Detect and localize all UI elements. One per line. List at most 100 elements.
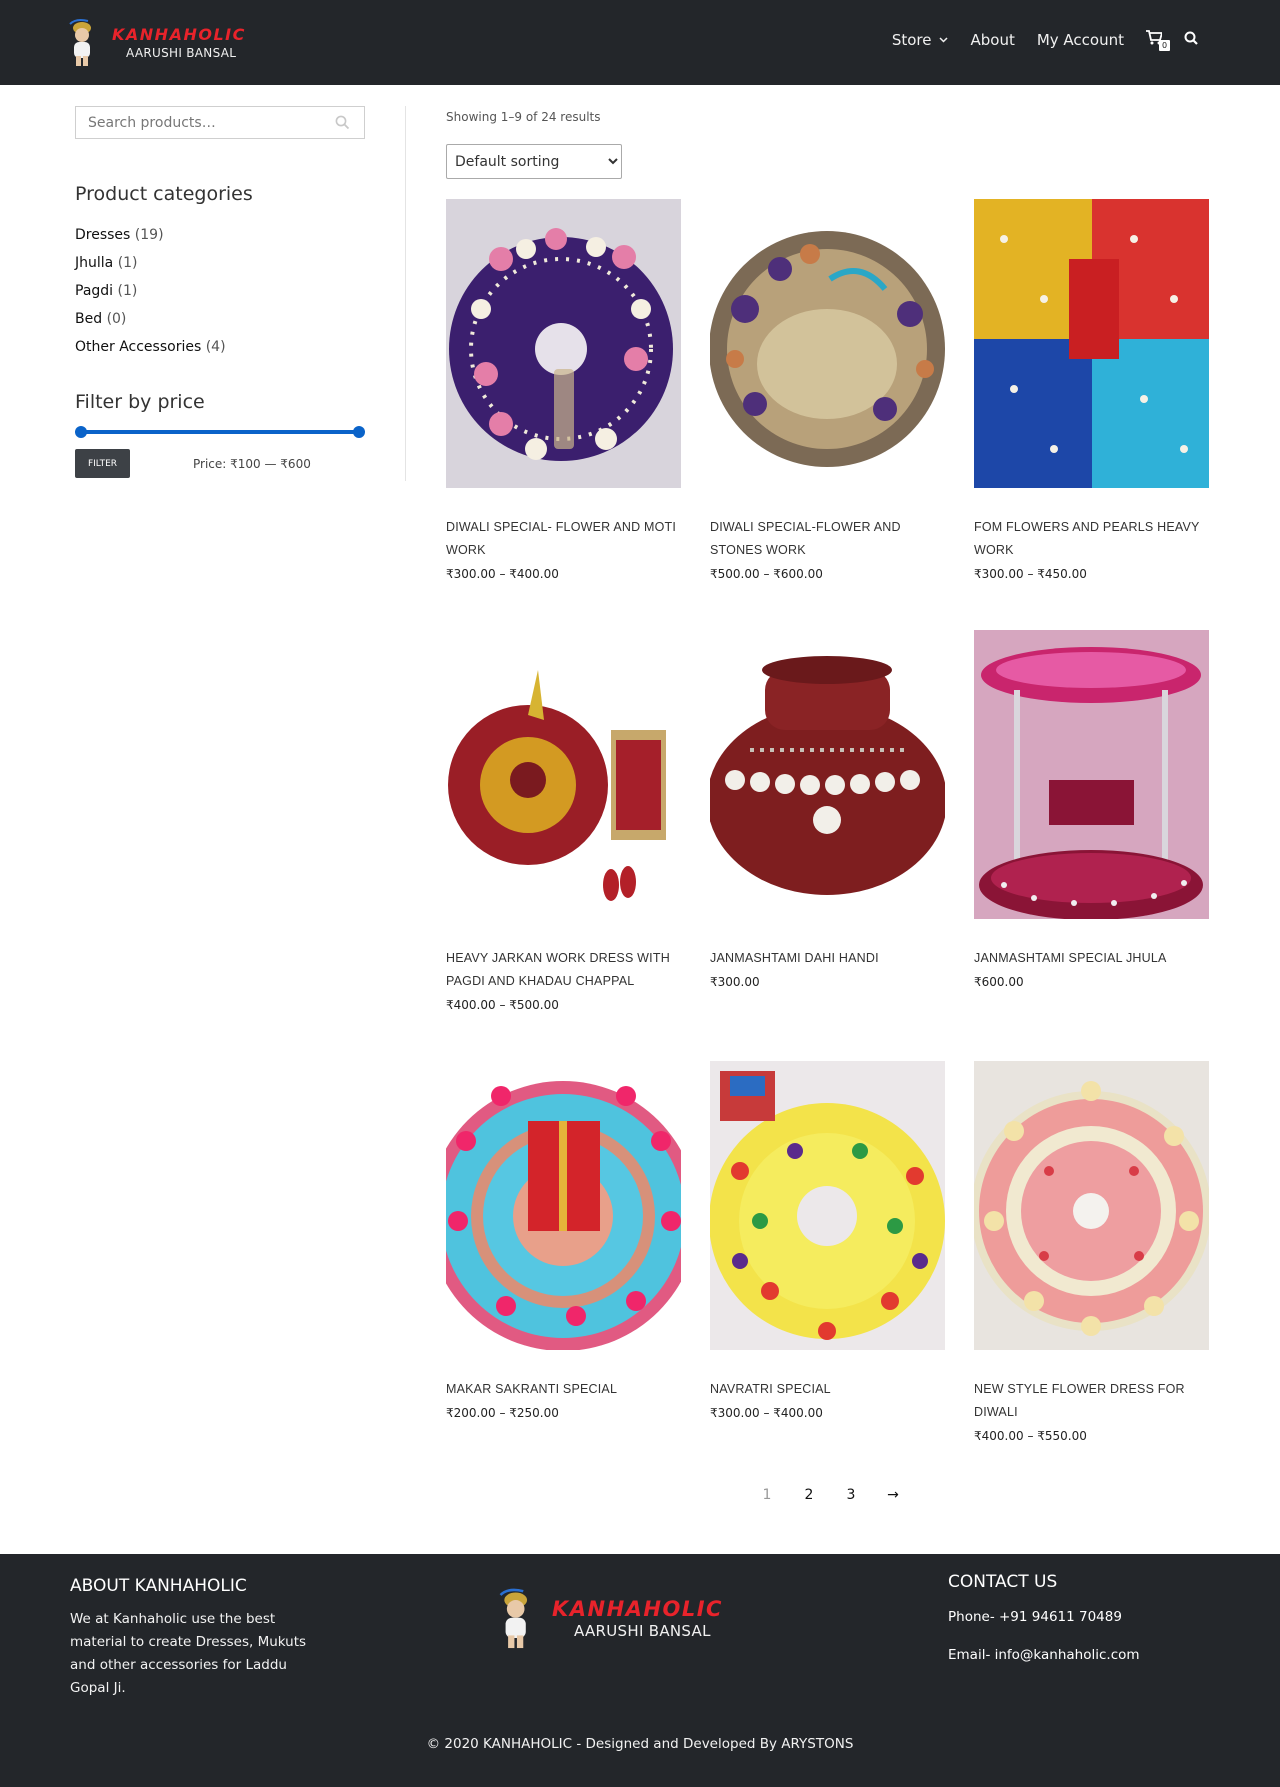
product-price: ₹500.00 – ₹600.00 [710, 567, 823, 581]
product-image[interactable] [710, 199, 945, 488]
product-name[interactable]: NEW STYLE FLOWER DRESS FOR DIWALI [974, 1378, 1209, 1424]
search-icon[interactable] [1184, 31, 1202, 49]
category-item[interactable]: Pagdi (1) [75, 277, 365, 305]
filter-button[interactable]: FILTER [75, 449, 130, 478]
chevron-down-icon [939, 35, 949, 46]
price-range-label: Price: ₹100 — ₹600 [193, 456, 311, 471]
product-price: ₹400.00 – ₹550.00 [974, 1429, 1087, 1443]
product-card[interactable]: DIWALI SPECIAL-FLOWER AND STONES WORK ₹5… [710, 199, 945, 630]
category-count: (4) [205, 339, 226, 355]
category-item[interactable]: Dresses (19) [75, 221, 365, 249]
category-item[interactable]: Other Accessories (4) [75, 333, 365, 361]
price-filter-title: Filter by price [75, 391, 205, 413]
product-name[interactable]: DIWALI SPECIAL-FLOWER AND STONES WORK [710, 516, 945, 562]
product-image[interactable] [446, 199, 681, 488]
site-header: KANHAHOLIC AARUSHI BANSAL Store About My… [0, 0, 1280, 85]
product-card[interactable]: NAVRATRI SPECIAL ₹300.00 – ₹400.00 [710, 1061, 945, 1492]
product-price: ₹400.00 – ₹500.00 [446, 998, 559, 1012]
product-name[interactable]: JANMASHTAMI SPECIAL JHULA [974, 947, 1209, 970]
product-price: ₹200.00 – ₹250.00 [446, 1406, 559, 1420]
search-icon[interactable] [335, 115, 350, 135]
krishna-figure-icon [68, 18, 106, 68]
shop-sidebar: Product categories Dresses (19) Jhulla (… [75, 106, 365, 478]
footer-logo-brand: KANHAHOLIC [552, 1597, 723, 1621]
main-nav: Store About My Account 0 [892, 30, 1202, 51]
category-count: (1) [117, 283, 138, 299]
product-image[interactable] [974, 199, 1209, 488]
category-name[interactable]: Dresses [75, 227, 130, 243]
footer-logo[interactable]: KANHAHOLIC AARUSHI BANSAL [498, 1584, 728, 1654]
footer-contact: CONTACT US Phone- +91 94611 70489 Email-… [948, 1572, 1140, 1663]
page-3-link[interactable]: 3 [830, 1487, 872, 1503]
sidebar-divider [405, 106, 406, 481]
product-image[interactable] [710, 1061, 945, 1350]
result-count: Showing 1–9 of 24 results [446, 110, 601, 124]
footer-about-text: We at Kanhaholic use the best material t… [70, 1611, 307, 1696]
nav-about[interactable]: About [970, 31, 1014, 49]
price-range-track [82, 430, 358, 434]
product-name[interactable]: DIWALI SPECIAL- FLOWER AND MOTI WORK [446, 516, 681, 562]
nav-my-account[interactable]: My Account [1037, 31, 1124, 49]
category-count: (1) [117, 255, 138, 271]
category-name[interactable]: Jhulla [75, 255, 113, 271]
product-image[interactable] [974, 1061, 1209, 1350]
category-name[interactable]: Bed [75, 311, 102, 327]
site-footer: ABOUT KANHAHOLIC We at Kanhaholic use th… [0, 1554, 1280, 1787]
nav-store[interactable]: Store [892, 31, 949, 49]
category-list: Dresses (19) Jhulla (1) Pagdi (1) Bed (0… [75, 221, 365, 361]
category-item[interactable]: Jhulla (1) [75, 249, 365, 277]
product-card[interactable]: HEAVY JARKAN WORK DRESS WITH PAGDI AND K… [446, 630, 681, 1061]
product-search-form [75, 106, 365, 139]
product-card[interactable]: FOM FLOWERS AND PEARLS HEAVY WORK ₹300.0… [974, 199, 1209, 630]
product-price: ₹600.00 [974, 975, 1024, 989]
category-item[interactable]: Bed (0) [75, 305, 365, 333]
footer-contact-title: CONTACT US [948, 1572, 1058, 1592]
product-card[interactable]: DIWALI SPECIAL- FLOWER AND MOTI WORK ₹30… [446, 199, 681, 630]
category-name[interactable]: Other Accessories [75, 339, 201, 355]
footer-logo-subtitle: AARUSHI BANSAL [574, 1622, 711, 1640]
product-price: ₹300.00 – ₹450.00 [974, 567, 1087, 581]
product-name[interactable]: HEAVY JARKAN WORK DRESS WITH PAGDI AND K… [446, 947, 681, 993]
product-price: ₹300.00 – ₹400.00 [446, 567, 559, 581]
product-image[interactable] [446, 630, 681, 919]
logo-subtitle: AARUSHI BANSAL [126, 46, 237, 60]
sorting-select[interactable]: Default sorting [446, 144, 622, 179]
product-grid: DIWALI SPECIAL- FLOWER AND MOTI WORK ₹30… [446, 199, 1210, 1492]
price-min-handle[interactable] [75, 426, 87, 438]
copyright-text: © 2020 KANHAHOLIC - Designed and Develop… [426, 1736, 854, 1752]
product-name[interactable]: JANMASHTAMI DAHI HANDI [710, 947, 945, 970]
product-name[interactable]: FOM FLOWERS AND PEARLS HEAVY WORK [974, 516, 1209, 562]
product-image[interactable] [974, 630, 1209, 919]
footer-about: ABOUT KANHAHOLIC We at Kanhaholic use th… [70, 1576, 330, 1700]
footer-about-title: ABOUT KANHAHOLIC [70, 1576, 247, 1596]
cart-count-badge: 0 [1159, 40, 1170, 51]
product-name[interactable]: MAKAR SAKRANTI SPECIAL [446, 1378, 681, 1401]
product-card[interactable]: MAKAR SAKRANTI SPECIAL ₹200.00 – ₹250.00 [446, 1061, 681, 1492]
site-logo[interactable]: KANHAHOLIC AARUSHI BANSAL [68, 18, 248, 68]
next-page-arrow-icon[interactable]: → [872, 1487, 914, 1503]
price-max-handle[interactable] [353, 426, 365, 438]
page-1-current: 1 [762, 1487, 772, 1503]
product-name[interactable]: NAVRATRI SPECIAL [710, 1378, 945, 1401]
product-price: ₹300.00 – ₹400.00 [710, 1406, 823, 1420]
category-name[interactable]: Pagdi [75, 283, 113, 299]
category-count: (19) [134, 227, 164, 243]
footer-phone: Phone- +91 94611 70489 [948, 1609, 1122, 1625]
product-image[interactable] [446, 1061, 681, 1350]
product-price: ₹300.00 [710, 975, 760, 989]
footer-email[interactable]: Email- info@kanhaholic.com [948, 1647, 1140, 1663]
nav-store-label: Store [891, 31, 932, 49]
categories-title: Product categories [75, 183, 253, 205]
product-image[interactable] [710, 630, 945, 919]
page-2-link[interactable]: 2 [788, 1487, 830, 1503]
logo-brand-text: KANHAHOLIC [112, 25, 246, 44]
product-card[interactable]: JANMASHTAMI DAHI HANDI ₹300.00 [710, 630, 945, 1061]
cart-button[interactable]: 0 [1146, 30, 1170, 51]
pagination: 1 2 3 → [746, 1487, 914, 1503]
product-card[interactable]: NEW STYLE FLOWER DRESS FOR DIWALI ₹400.0… [974, 1061, 1209, 1492]
product-search-input[interactable] [76, 107, 316, 138]
price-range-slider [75, 425, 365, 439]
krishna-figure-icon [498, 1586, 546, 1652]
product-card[interactable]: JANMASHTAMI SPECIAL JHULA ₹600.00 [974, 630, 1209, 1061]
category-count: (0) [106, 311, 127, 327]
